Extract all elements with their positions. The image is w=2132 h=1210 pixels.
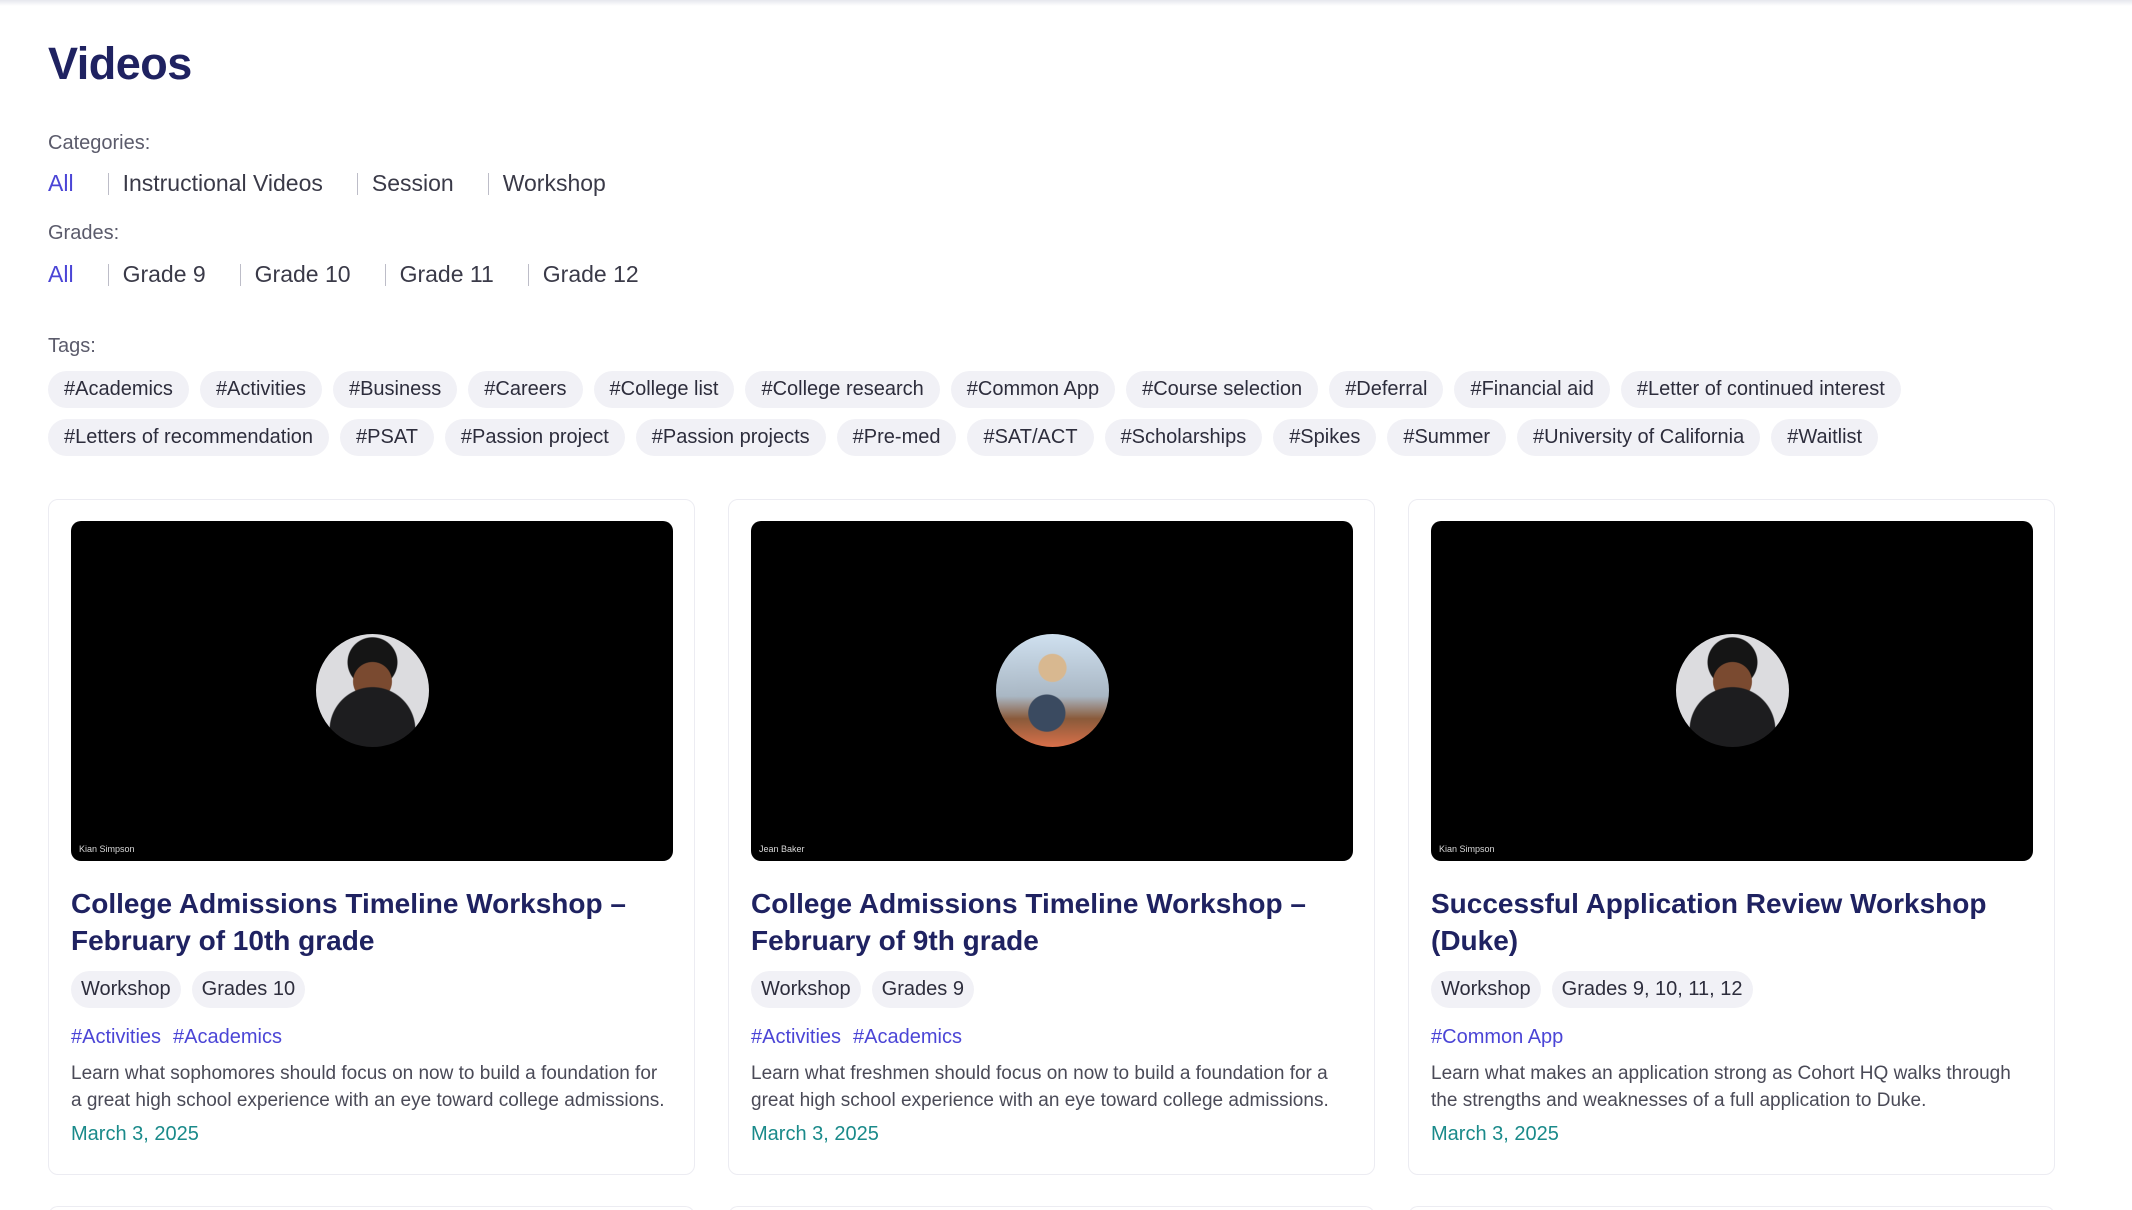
category-option-session[interactable]: Session [372, 170, 454, 197]
video-tag-link[interactable]: #Common App [1431, 1026, 1563, 1049]
tag-chip[interactable]: #Spikes [1273, 419, 1377, 456]
tag-filter-list: #Academics #Activities #Business #Career… [48, 371, 2048, 456]
speaker-name: Jean Baker [759, 844, 805, 854]
tag-chip[interactable]: #Letters of recommendation [48, 419, 330, 456]
category-badge: Workshop [1431, 971, 1541, 1008]
categories-label: Categories: [48, 132, 151, 154]
tag-chip[interactable]: #Pre-med [836, 419, 957, 456]
video-card[interactable]: Kian Simpson Successful Application Revi… [1408, 499, 2055, 1175]
video-card-grid: Kian Simpson College Admissions Timeline… [48, 499, 2055, 1175]
video-card[interactable]: Jean Baker College Admissions Timeline W… [728, 499, 1375, 1175]
video-title[interactable]: Successful Application Review Workshop (… [1431, 885, 2032, 959]
next-card-row [48, 1206, 2055, 1210]
tag-chip[interactable]: #Waitlist [1771, 419, 1879, 456]
video-tag-link[interactable]: #Academics [853, 1026, 962, 1049]
speaker-avatar [996, 634, 1109, 747]
divider [384, 263, 386, 286]
category-option-workshop[interactable]: Workshop [503, 170, 606, 197]
video-thumbnail[interactable]: Jean Baker [751, 521, 1353, 861]
video-tags: #Activities #Academics [751, 1026, 1352, 1049]
video-thumbnail[interactable]: Kian Simpson [1431, 521, 2033, 861]
grades-filter: All Grade 9 Grade 10 Grade 11 Grade 12 [48, 261, 639, 288]
grade-option-9[interactable]: Grade 9 [123, 261, 206, 288]
grade-option-10[interactable]: Grade 10 [255, 261, 351, 288]
divider [487, 172, 489, 195]
video-description: Learn what sophomores should focus on no… [71, 1063, 665, 1111]
grades-badge: Grades 9, 10, 11, 12 [1551, 971, 1753, 1008]
divider [239, 263, 241, 286]
tag-chip[interactable]: #Scholarships [1104, 419, 1263, 456]
divider [356, 172, 358, 195]
category-badge: Workshop [71, 971, 181, 1008]
tag-chip[interactable]: #College research [745, 371, 940, 408]
category-badge: Workshop [751, 971, 861, 1008]
divider [527, 263, 529, 286]
video-thumbnail[interactable]: Kian Simpson [71, 521, 673, 861]
video-card-partial [48, 1206, 695, 1210]
tag-chip[interactable]: #Careers [468, 371, 583, 408]
tag-chip[interactable]: #Activities [199, 371, 322, 408]
video-badges: Workshop Grades 10 [71, 971, 672, 1008]
video-tags: #Activities #Academics [71, 1026, 672, 1049]
tag-chip[interactable]: #Passion project [444, 419, 625, 456]
video-date: March 3, 2025 [71, 1123, 199, 1145]
tag-chip[interactable]: #Common App [950, 371, 1116, 408]
video-title[interactable]: College Admissions Timeline Workshop – F… [71, 885, 672, 959]
video-tag-link[interactable]: #Activities [751, 1026, 841, 1049]
tag-chip[interactable]: #SAT/ACT [967, 419, 1094, 456]
video-title[interactable]: College Admissions Timeline Workshop – F… [751, 885, 1352, 959]
grade-option-11[interactable]: Grade 11 [400, 261, 494, 288]
tag-chip[interactable]: #Business [332, 371, 458, 408]
video-card[interactable]: Kian Simpson College Admissions Timeline… [48, 499, 695, 1175]
tag-chip[interactable]: #Letter of continued interest [1620, 371, 1901, 408]
video-card-partial [728, 1206, 1375, 1210]
divider [107, 172, 109, 195]
tag-chip[interactable]: #University of California [1517, 419, 1761, 456]
tag-chip[interactable]: #Course selection [1126, 371, 1319, 408]
tags-label: Tags: [48, 335, 96, 357]
video-description: Learn what makes an application strong a… [1431, 1063, 2011, 1111]
tag-chip[interactable]: #Passion projects [635, 419, 826, 456]
video-tags: #Common App [1431, 1026, 2032, 1049]
top-shadow [0, 0, 2132, 6]
tag-chip[interactable]: #College list [593, 371, 735, 408]
speaker-avatar [1676, 634, 1789, 747]
video-card-partial [1408, 1206, 2055, 1210]
video-description: Learn what freshmen should focus on now … [751, 1063, 1329, 1111]
page-title: Videos [48, 38, 192, 89]
grade-option-12[interactable]: Grade 12 [543, 261, 639, 288]
speaker-name: Kian Simpson [79, 844, 135, 854]
speaker-avatar [316, 634, 429, 747]
video-badges: Workshop Grades 9 [751, 971, 1352, 1008]
video-tag-link[interactable]: #Activities [71, 1026, 161, 1049]
category-option-instructional-videos[interactable]: Instructional Videos [123, 170, 323, 197]
grades-badge: Grades 10 [191, 971, 306, 1008]
speaker-name: Kian Simpson [1439, 844, 1495, 854]
divider [107, 263, 109, 286]
tag-chip[interactable]: #PSAT [340, 419, 434, 456]
grades-label: Grades: [48, 222, 120, 244]
video-date: March 3, 2025 [1431, 1123, 1559, 1145]
video-date: March 3, 2025 [751, 1123, 879, 1145]
video-badges: Workshop Grades 9, 10, 11, 12 [1431, 971, 2032, 1008]
tag-chip[interactable]: #Deferral [1329, 371, 1444, 408]
tag-chip[interactable]: #Summer [1387, 419, 1507, 456]
category-option-all[interactable]: All [48, 170, 74, 197]
tag-chip[interactable]: #Academics [48, 371, 189, 408]
grades-badge: Grades 9 [871, 971, 974, 1008]
categories-filter: All Instructional Videos Session Worksho… [48, 170, 606, 197]
video-tag-link[interactable]: #Academics [173, 1026, 282, 1049]
tag-chip[interactable]: #Financial aid [1454, 371, 1610, 408]
grade-option-all[interactable]: All [48, 261, 74, 288]
